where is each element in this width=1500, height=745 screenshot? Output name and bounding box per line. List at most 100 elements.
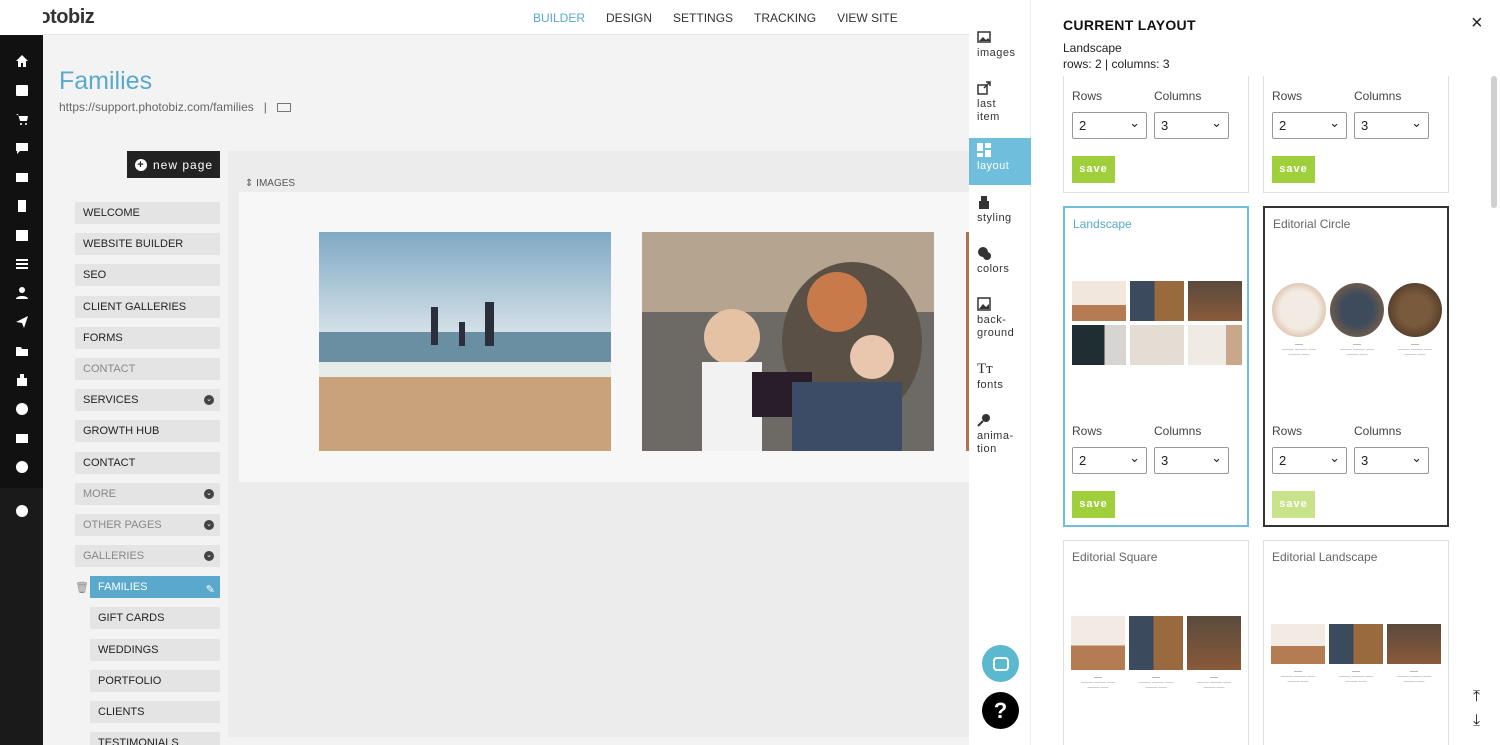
nav-item-other-pages[interactable]: OTHER PAGES ⌄	[75, 513, 220, 536]
calendar-icon[interactable]	[14, 83, 30, 97]
tool-styling[interactable]: styling	[969, 190, 1031, 237]
editorial-caption: —— ——— ——— —— ——— ——	[1397, 341, 1433, 356]
editorial-caption: —— ——— ——— —— ——— ——	[1396, 668, 1432, 683]
tool-animation[interactable]: anima- tion	[969, 408, 1031, 463]
document-icon[interactable]	[14, 199, 30, 213]
nav-item-website-builder[interactable]: WEBSITE BUILDER	[75, 233, 220, 256]
rows-select[interactable]: 2	[1272, 445, 1347, 474]
beach-family-photo[interactable]	[319, 232, 611, 451]
rows-select[interactable]: 2	[1072, 445, 1147, 474]
layout-card-editorial-landscape[interactable]: Editorial Landscape —— ——— ——— —— ——— —— —…	[1263, 540, 1449, 745]
tool-images[interactable]: images	[969, 25, 1031, 72]
tool-colors[interactable]: colors	[969, 241, 1031, 288]
main-content: Families https://support.photobiz.com/fa…	[43, 35, 969, 745]
chat-icon[interactable]	[14, 141, 30, 155]
nav-item-forms[interactable]: FORMS	[75, 326, 220, 349]
thumbnail	[1271, 624, 1325, 664]
brush-icon	[977, 195, 991, 209]
plugin-icon[interactable]	[14, 373, 30, 387]
nav-tracking[interactable]: TRACKING	[754, 11, 816, 25]
nav-item-clients[interactable]: CLIENTS	[90, 701, 220, 723]
nav-item-weddings[interactable]: WEDDINGS	[90, 638, 220, 661]
layout-card-title: Editorial Square	[1072, 550, 1158, 564]
columns-select[interactable]: 3	[1354, 110, 1429, 139]
nav-item-portfolio[interactable]: PORTFOLIO	[90, 669, 220, 692]
current-layout-name: Landscape	[1063, 41, 1122, 55]
schedule-icon[interactable]	[14, 228, 30, 242]
tool-colors-label: colors	[977, 263, 1010, 275]
live-chat-button[interactable]	[982, 645, 1019, 682]
mail-icon[interactable]	[14, 431, 30, 445]
thumbnail	[1130, 325, 1184, 365]
send-icon[interactable]	[14, 315, 30, 329]
page-content-panel: ⇕ IMAGES	[228, 151, 969, 737]
editorial-square-thumbnails: —— ——— ——— —— ——— —— —— ——— ——— —— ——— —— ——…	[1071, 616, 1241, 689]
chevron-down-icon[interactable]: ⌄	[204, 519, 214, 530]
layout-card-editorial-circle[interactable]: Editorial Circle —— ——— ——— —— ——— —— —— ——…	[1263, 206, 1449, 527]
trash-icon[interactable]: 🗑	[75, 581, 89, 594]
tool-layout-label: layout	[977, 160, 1010, 172]
save-button[interactable]: save	[1272, 491, 1315, 518]
landscape-thumbnails	[1072, 281, 1242, 365]
save-button[interactable]: save	[1072, 491, 1115, 518]
layout-card-editorial-square[interactable]: Editorial Square —— ——— ——— —— ——— —— —— ——…	[1063, 540, 1249, 745]
rows-select[interactable]: 2	[1072, 110, 1147, 139]
top-nav: BUILDER DESIGN SETTINGS TRACKING VIEW SI…	[533, 11, 898, 25]
nav-item-contact-hidden[interactable]: CONTACT	[75, 357, 220, 380]
list-icon[interactable]	[14, 257, 30, 271]
nav-settings[interactable]: SETTINGS	[673, 11, 733, 25]
save-button[interactable]: save	[1072, 156, 1115, 183]
chevron-down-icon[interactable]: ⌄	[204, 395, 214, 406]
globe-icon[interactable]	[14, 402, 30, 416]
tool-layout[interactable]: layout	[969, 138, 1031, 185]
nav-design[interactable]: DESIGN	[606, 11, 652, 25]
nav-item-welcome[interactable]: WELCOME	[75, 202, 220, 224]
animation-icon	[977, 413, 991, 427]
folder-icon[interactable]	[14, 344, 30, 358]
chevron-down-icon[interactable]: ⌄	[204, 488, 214, 499]
layout-card-top-right: Rows Columns 2 3 save	[1263, 76, 1449, 193]
columns-select[interactable]: 3	[1154, 110, 1229, 139]
images-label-text: IMAGES	[256, 178, 296, 189]
nav-item-client-galleries[interactable]: CLIENT GALLERIES	[75, 295, 220, 318]
nav-item-families[interactable]: FAMILIES ✎	[90, 576, 220, 601]
nav-item-testimonials[interactable]: TESTIMONIALS	[90, 732, 220, 745]
save-button[interactable]: save	[1272, 156, 1315, 183]
cart-icon[interactable]	[14, 112, 30, 126]
mother-children-tablet-photo[interactable]	[642, 232, 934, 451]
help-button[interactable]: ?	[982, 692, 1019, 729]
device-preview-icon[interactable]	[276, 103, 291, 113]
scrollbar[interactable]	[1491, 76, 1497, 208]
rows-label: Rows	[1272, 89, 1303, 103]
layout-card-title: Editorial Circle	[1273, 217, 1351, 231]
add-circle-icon[interactable]	[14, 504, 30, 518]
nav-item-galleries[interactable]: GALLERIES ⌄	[75, 545, 220, 568]
scroll-top-icon[interactable]: ⤒	[1473, 688, 1480, 706]
columns-select[interactable]: 3	[1154, 445, 1229, 474]
nav-item-contact[interactable]: CONTACT	[75, 451, 220, 474]
chevron-down-icon[interactable]: ⌄	[204, 551, 214, 562]
gallery-icon[interactable]	[14, 170, 30, 184]
scroll-bottom-icon[interactable]: ⤓	[1473, 712, 1480, 730]
edit-pencil-icon[interactable]: ✎	[206, 579, 215, 601]
tool-fonts[interactable]: Tт fonts	[969, 357, 1031, 404]
close-icon[interactable]: ×	[1471, 12, 1483, 35]
home-icon[interactable]	[14, 54, 30, 68]
tool-background[interactable]: back- ground	[969, 292, 1031, 347]
contacts-icon[interactable]	[14, 286, 30, 300]
rows-select[interactable]: 2	[1272, 110, 1347, 139]
tool-last-item[interactable]: last item	[969, 76, 1031, 133]
nav-item-seo[interactable]: SEO	[75, 264, 220, 287]
nav-item-gift-cards[interactable]: GIFT CARDS	[90, 607, 220, 630]
nav-builder[interactable]: BUILDER	[533, 11, 585, 25]
account-icon[interactable]	[14, 460, 30, 474]
new-page-button[interactable]: + new page	[127, 151, 220, 178]
nav-view-site[interactable]: VIEW SITE	[837, 11, 898, 25]
nav-item-more[interactable]: MORE ⌄	[75, 482, 220, 505]
nav-item-growth-hub[interactable]: GROWTH HUB	[75, 420, 220, 443]
plus-icon: +	[135, 158, 147, 171]
layout-card-landscape[interactable]: Landscape Rows Columns 2 3 save	[1063, 206, 1249, 527]
page-url-text[interactable]: https://support.photobiz.com/families	[59, 100, 254, 114]
columns-select[interactable]: 3	[1354, 445, 1429, 474]
nav-item-services[interactable]: SERVICES ⌄	[75, 389, 220, 412]
